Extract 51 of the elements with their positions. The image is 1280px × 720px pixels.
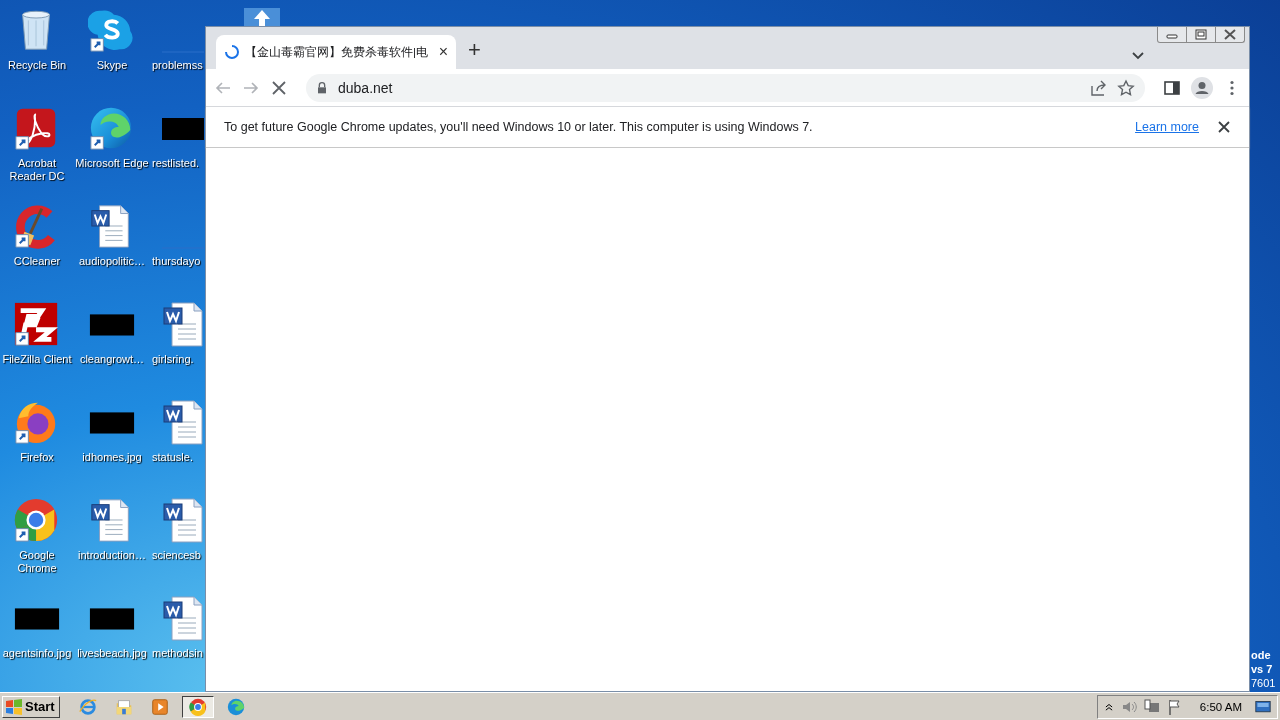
monitor-icon[interactable] [1255, 698, 1271, 715]
document-icon[interactable] [160, 300, 204, 348]
watermark-text: vs 7 [1251, 662, 1273, 676]
update-message: To get future Google Chrome updates, you'll need Windows 10 or later. This computer is using Windows 7. [224, 120, 814, 134]
star-icon[interactable] [1117, 78, 1135, 97]
icon-label[interactable]: audiopolitic… [78, 255, 145, 268]
clock-text[interactable]: 6:50 AM [1199, 700, 1242, 713]
start-button[interactable]: Start [2, 695, 60, 718]
side-panel-icon[interactable] [1163, 78, 1181, 97]
icon-label[interactable]: Recycle Bin [7, 59, 67, 72]
lock-icon [316, 81, 328, 94]
chevron-down-icon[interactable] [1131, 51, 1145, 61]
windows-logo-icon [5, 698, 23, 715]
icon-label[interactable]: Firefox [20, 451, 54, 464]
icon-label[interactable]: problemss [152, 59, 203, 72]
taskbar-button[interactable] [181, 695, 214, 718]
url-text: duba.net [338, 79, 394, 96]
icon-label[interactable]: Acrobat Reader DC [0, 157, 74, 183]
icon-label[interactable]: introduction… [78, 549, 146, 562]
icon-label[interactable]: Skype [96, 59, 128, 72]
stop-icon[interactable] [270, 78, 288, 97]
close-icon[interactable] [1217, 120, 1231, 134]
filezilla-icon[interactable] [13, 300, 61, 348]
document-icon[interactable] [160, 398, 204, 446]
watermark-text: 7601 [1251, 676, 1276, 690]
icon-label[interactable]: cleangrowt… [79, 353, 145, 366]
icon-label[interactable]: FileZilla Client [2, 353, 72, 366]
watermark-text: ode [1251, 648, 1271, 662]
tab-close-button[interactable]: × [438, 43, 448, 61]
icon-label[interactable]: livesbeach.jpg [77, 647, 147, 660]
icon-label[interactable]: thursdayo [152, 255, 201, 268]
profile-icon[interactable] [1191, 76, 1213, 99]
loading-spinner-icon [224, 44, 240, 60]
document-icon[interactable] [160, 594, 204, 642]
address-bar[interactable]: duba.net [306, 73, 1145, 102]
icon-label[interactable]: statusle. [152, 451, 193, 464]
icon-label[interactable]: sciencesb [152, 549, 201, 562]
icon-label[interactable]: agentsinfo.jpg [2, 647, 72, 660]
icon-label[interactable]: girlsring. [152, 353, 194, 366]
share-icon[interactable] [1089, 78, 1107, 97]
icon-label[interactable]: Microsoft Edge [75, 157, 149, 170]
icon-label[interactable]: Google Chrome [0, 549, 74, 575]
browser-tab[interactable]: 【金山毒霸官网】免费杀毒软件|电 × [216, 35, 456, 69]
learn-more-link[interactable]: Learn more [1135, 120, 1199, 134]
flag-icon[interactable] [1166, 698, 1183, 715]
network-icon[interactable] [1143, 698, 1160, 715]
document-icon[interactable] [160, 496, 204, 544]
icon-label[interactable]: CCleaner [13, 255, 61, 268]
icon-label[interactable]: restlisted. [152, 157, 200, 170]
icon-label[interactable]: idhomes.jpg [82, 451, 142, 464]
new-tab-button[interactable]: + [464, 37, 485, 63]
